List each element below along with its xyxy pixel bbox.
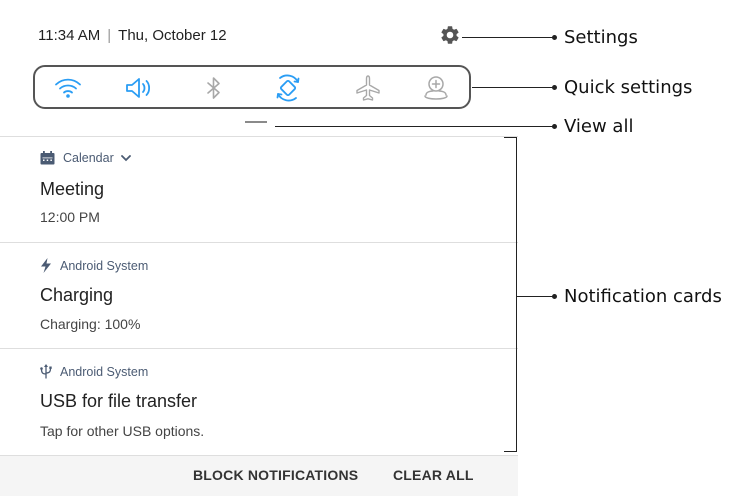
view-all-callout-dot [552,124,557,129]
notification-text: Charging: 100% [40,316,141,332]
divider [0,242,518,243]
notification-title[interactable]: USB for file transfer [40,391,197,412]
notification-app-name: Android System [60,258,149,273]
date: Thu, October 12 [118,27,227,44]
notification-card-header[interactable]: Calendar [40,151,132,165]
usb-icon [40,364,52,379]
calendar-icon [40,151,55,165]
notification-text: 12:00 PM [40,209,100,225]
auto-rotate-icon[interactable] [273,73,303,103]
sound-icon[interactable] [123,73,153,103]
notification-title[interactable]: Charging [40,285,113,306]
quick-settings-callout-label: Quick settings [564,77,693,98]
settings-callout-label: Settings [564,27,638,48]
quick-settings-callout-line [472,87,554,88]
quick-settings-bar [33,65,471,109]
notification-card-header[interactable]: Android System [40,364,148,379]
charging-bolt-icon [41,258,51,273]
notification-text: Tap for other USB options. [40,423,205,439]
quick-settings-callout-dot [552,85,557,90]
view-all-callout-label: View all [564,116,634,137]
notification-title[interactable]: Meeting [40,179,104,200]
status-bar: 11:34 AM | Thu, October 12 [38,27,227,44]
gear-icon[interactable] [439,24,461,46]
divider [0,348,518,349]
notification-cards-callout-label: Notification cards [564,286,722,307]
divider [0,136,518,137]
notification-cards-callout-line [517,296,554,297]
airplane-mode-icon[interactable] [353,73,383,103]
notification-app-name: Android System [60,364,149,379]
settings-callout-line [462,37,554,38]
notification-cards-callout-dot [552,294,557,299]
block-notifications-button[interactable]: BLOCK NOTIFICATIONS [193,467,358,483]
notification-app-name: Calendar [63,151,114,165]
view-all-handle[interactable] [245,121,267,123]
view-all-callout-line [275,126,554,127]
status-separator: | [107,27,112,44]
notification-card-header[interactable]: Android System [40,258,148,273]
wifi-icon[interactable] [53,73,83,103]
location-icon[interactable] [421,73,451,103]
clear-all-button[interactable]: CLEAR ALL [393,467,474,483]
notification-panel: 11:34 AM | Thu, October 12 Calendar Meet… [0,0,518,496]
chevron-down-icon[interactable] [120,153,132,163]
settings-callout-dot [552,35,557,40]
clock: 11:34 AM [38,27,101,44]
bluetooth-icon[interactable] [199,73,229,103]
notification-cards-bracket [504,137,517,452]
